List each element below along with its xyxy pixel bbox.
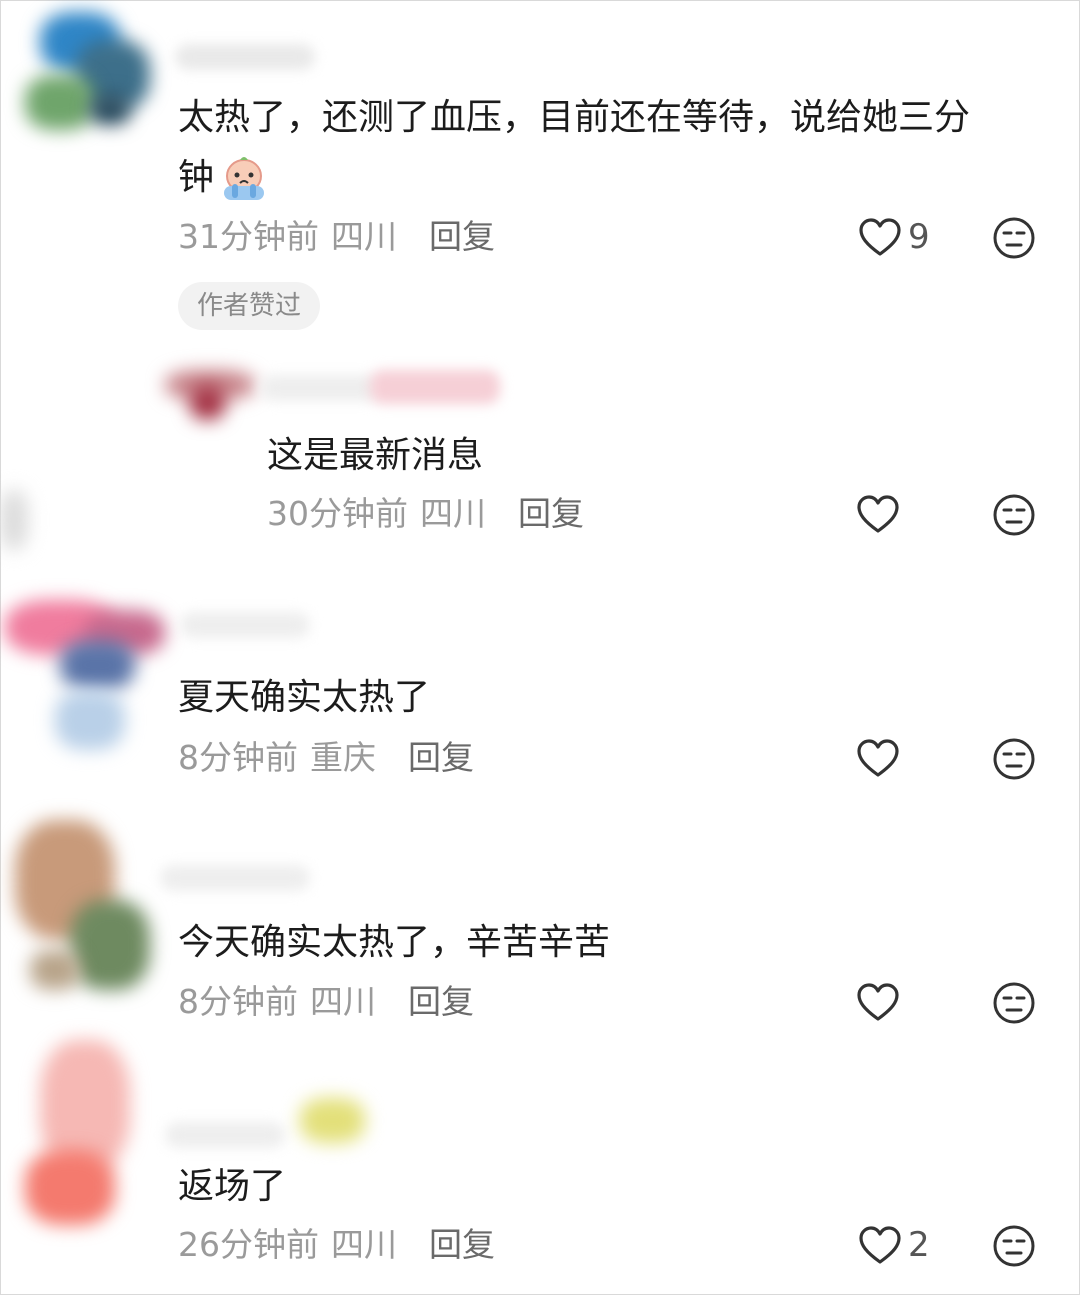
crying-face-emoji xyxy=(218,154,270,204)
comment-text: 返场了 xyxy=(178,1166,287,1207)
reply-button[interactable]: 回复 xyxy=(408,738,474,777)
like-count: 9 xyxy=(908,217,930,257)
meh-face-icon[interactable] xyxy=(992,1224,1036,1268)
comment-time: 31分钟前 xyxy=(178,217,319,256)
heart-outline-icon xyxy=(859,1226,901,1264)
comment-time: 8分钟前 xyxy=(178,982,298,1021)
meh-face-icon[interactable] xyxy=(992,981,1036,1025)
comment-list-frame xyxy=(0,0,1080,1295)
reply-button[interactable]: 回复 xyxy=(518,494,584,533)
like-count: 2 xyxy=(908,1225,930,1265)
meh-face-icon[interactable] xyxy=(992,216,1036,260)
like-button[interactable] xyxy=(856,494,900,534)
heart-outline-icon xyxy=(857,739,899,777)
username-blurred[interactable] xyxy=(165,1122,285,1148)
username-blurred[interactable] xyxy=(160,865,310,891)
reply-button[interactable]: 回复 xyxy=(408,982,474,1021)
username-blurred[interactable] xyxy=(260,375,380,401)
comment-meta: 26分钟前 四川 回复 xyxy=(178,1225,495,1265)
reply-button[interactable]: 回复 xyxy=(429,1225,495,1264)
comment-time: 26分钟前 xyxy=(178,1225,319,1264)
username-blurred[interactable] xyxy=(180,612,310,638)
comment-time: 30分钟前 xyxy=(267,494,408,533)
comment-meta: 31分钟前 四川 回复 xyxy=(178,217,495,257)
reply-button[interactable]: 回复 xyxy=(429,217,495,256)
like-button[interactable]: 9 xyxy=(858,217,930,257)
comment-meta: 8分钟前 四川 回复 xyxy=(178,982,474,1022)
comment-text-line2: 钟 xyxy=(178,157,215,198)
like-button[interactable] xyxy=(856,738,900,778)
username-emoji-blurred xyxy=(300,1098,365,1143)
comment-meta: 8分钟前 重庆 回复 xyxy=(178,738,474,778)
comment-time: 8分钟前 xyxy=(178,738,298,777)
comment-location: 四川 xyxy=(331,217,397,256)
heart-outline-icon xyxy=(857,495,899,533)
username-blurred xyxy=(370,370,500,404)
comment-meta: 30分钟前 四川 回复 xyxy=(267,494,584,534)
like-button[interactable]: 2 xyxy=(858,1225,930,1265)
heart-outline-icon xyxy=(859,218,901,256)
edge-blur xyxy=(0,490,28,550)
comment-text: 今天确实太热了，辛苦辛苦 xyxy=(178,922,611,963)
comment-location: 重庆 xyxy=(310,738,376,777)
author-liked-badge: 作者赞过 xyxy=(178,282,320,330)
comment-location: 四川 xyxy=(331,1225,397,1264)
meh-face-icon[interactable] xyxy=(992,493,1036,537)
comment-location: 四川 xyxy=(310,982,376,1021)
comment-text: 这是最新消息 xyxy=(267,435,484,476)
username-blurred[interactable] xyxy=(175,44,315,70)
heart-outline-icon xyxy=(857,983,899,1021)
comment-text: 太热了，还测了血压，目前还在等待，说给她三分 xyxy=(178,97,971,138)
comment-text: 夏天确实太热了 xyxy=(178,677,431,718)
meh-face-icon[interactable] xyxy=(992,737,1036,781)
like-button[interactable] xyxy=(856,982,900,1022)
comment-location: 四川 xyxy=(420,494,486,533)
